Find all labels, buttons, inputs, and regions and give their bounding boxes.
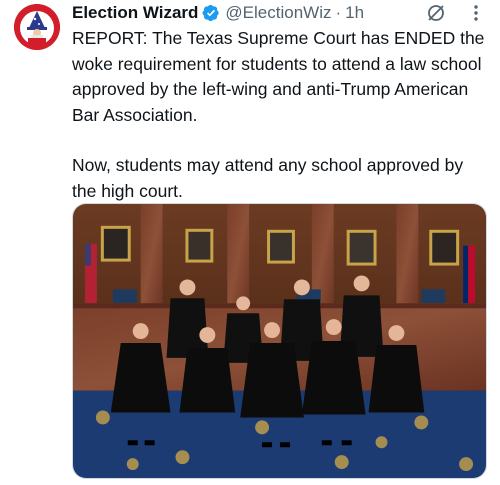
timestamp[interactable]: 1h: [345, 3, 364, 23]
avatar[interactable]: [14, 4, 60, 50]
tweet-text: REPORT: The Texas Supreme Court has ENDE…: [72, 26, 492, 204]
wizard-avatar-icon: [14, 4, 60, 50]
tweet[interactable]: Election Wizard @ElectionWiz · 1h REPORT…: [0, 0, 500, 485]
separator: ·: [335, 3, 342, 22]
verified-badge-icon[interactable]: [202, 4, 220, 22]
tweet-paragraph-1: REPORT: The Texas Supreme Court has ENDE…: [72, 28, 490, 125]
display-name[interactable]: Election Wizard: [72, 3, 198, 23]
handle[interactable]: @ElectionWiz: [225, 3, 331, 23]
tweet-media[interactable]: [72, 203, 487, 479]
grok-icon[interactable]: [426, 3, 446, 23]
tweet-paragraph-2: Now, students may attend any school appr…: [72, 155, 468, 201]
court-photo: [73, 204, 486, 478]
more-icon[interactable]: [466, 2, 486, 24]
